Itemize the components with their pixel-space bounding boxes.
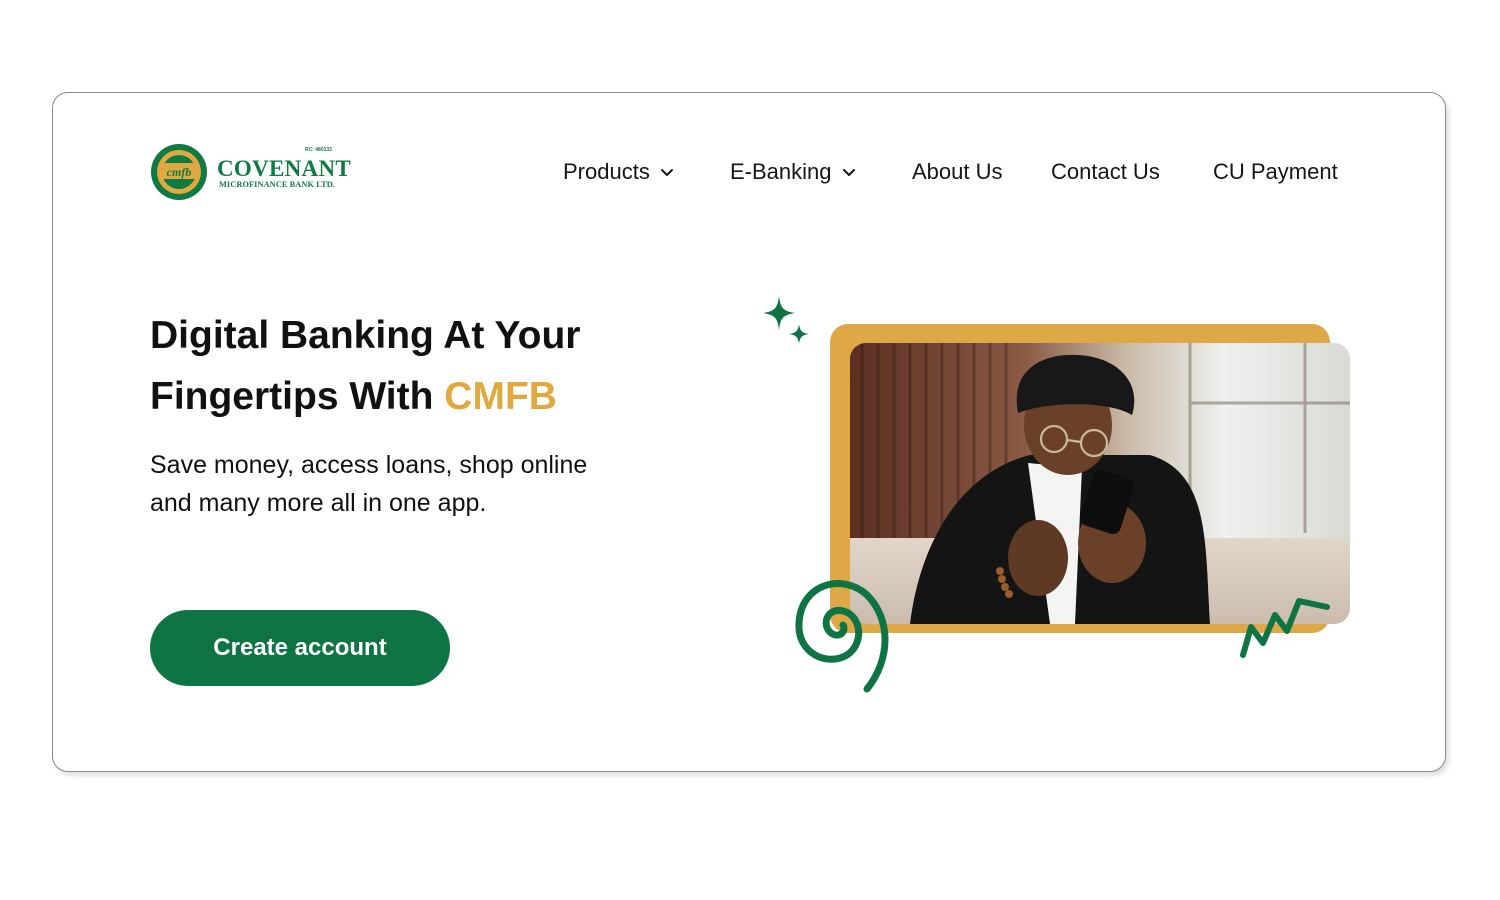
- nav-item-label: Products: [563, 159, 650, 184]
- spiral-icon: [795, 580, 889, 693]
- logo-rc-number: RC: 480133: [305, 147, 332, 153]
- sparkle-icon: [763, 296, 809, 344]
- logo-subtitle: MICROFINANCE BANK LTD.: [219, 180, 335, 189]
- zigzag-icon: [1240, 598, 1330, 658]
- nav-item-label: CU Payment: [1213, 159, 1338, 184]
- hero-card: cmfb RC: 480133 COVENANT MICROFINANCE BA…: [52, 92, 1446, 772]
- nav-item-label: About Us: [912, 159, 1003, 184]
- create-account-button[interactable]: Create account: [150, 610, 450, 686]
- hero-headline: Digital Banking At Your Fingertips With …: [150, 305, 710, 427]
- hero-description: Save money, access loans, shop online an…: [150, 451, 588, 517]
- headline-accent: CMFB: [444, 375, 557, 418]
- chevron-down-icon: [842, 169, 855, 176]
- logo-mark-text: cmfb: [167, 165, 192, 179]
- nav-item-about-us[interactable]: About Us: [912, 159, 1003, 185]
- man-using-smartphone-photo: [850, 343, 1350, 624]
- logo-name: COVENANT: [217, 156, 352, 181]
- chevron-down-icon: [660, 169, 673, 176]
- nav-item-label: Contact Us: [1051, 159, 1160, 184]
- photo-illustration: [850, 343, 1350, 624]
- cmfb-logo-mark-icon: cmfb: [151, 144, 207, 200]
- headline-line-2: Fingertips With: [150, 375, 445, 418]
- headline-line-1: Digital Banking At Your: [150, 314, 581, 357]
- nav-item-contact-us[interactable]: Contact Us: [1051, 159, 1160, 185]
- nav-item-cu-payment[interactable]: CU Payment: [1213, 159, 1338, 185]
- brand-logo[interactable]: cmfb RC: 480133 COVENANT MICROFINANCE BA…: [150, 143, 352, 205]
- nav-item-e-banking[interactable]: E-Banking: [730, 159, 857, 185]
- nav-item-products[interactable]: Products: [563, 159, 675, 185]
- nav-item-label: E-Banking: [730, 159, 832, 184]
